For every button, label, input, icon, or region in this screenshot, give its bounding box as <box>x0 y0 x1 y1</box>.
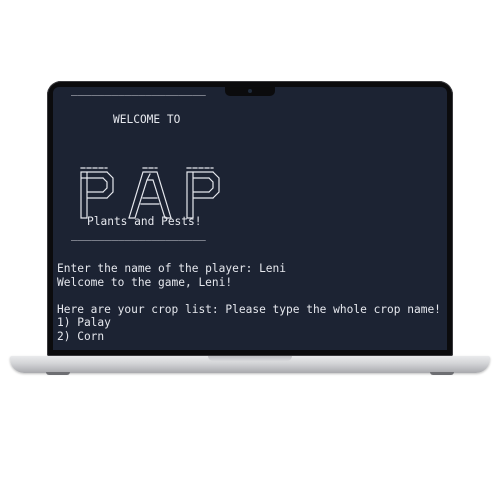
pap-ascii-art <box>80 167 220 219</box>
crop-item: 1) Palay <box>57 316 111 329</box>
bottom-rule: ____________________ <box>71 228 206 241</box>
crop-item: 2) Corn <box>57 330 105 343</box>
trackpad-notch <box>208 356 292 361</box>
welcome-user-message: Welcome to the game, Leni! <box>57 276 233 289</box>
laptop-foot-left <box>46 372 70 375</box>
terminal-output: ____________________ WELCOME TO Plants a… <box>57 87 447 343</box>
laptop-mockup: ____________________ WELCOME TO Plants a… <box>0 0 500 500</box>
welcome-heading: WELCOME TO <box>113 113 181 126</box>
crop-list-header: Here are your crop list: Please type the… <box>57 303 441 316</box>
laptop-foot-right <box>430 372 454 375</box>
camera-icon <box>248 89 252 93</box>
terminal-window[interactable]: ____________________ WELCOME TO Plants a… <box>53 87 447 350</box>
top-rule: ____________________ <box>71 87 206 96</box>
pap-ascii-banner <box>77 137 237 219</box>
game-subtitle: Plants and Pests! <box>87 215 202 228</box>
player-name-prompt: Enter the name of the player: Leni <box>57 262 287 275</box>
